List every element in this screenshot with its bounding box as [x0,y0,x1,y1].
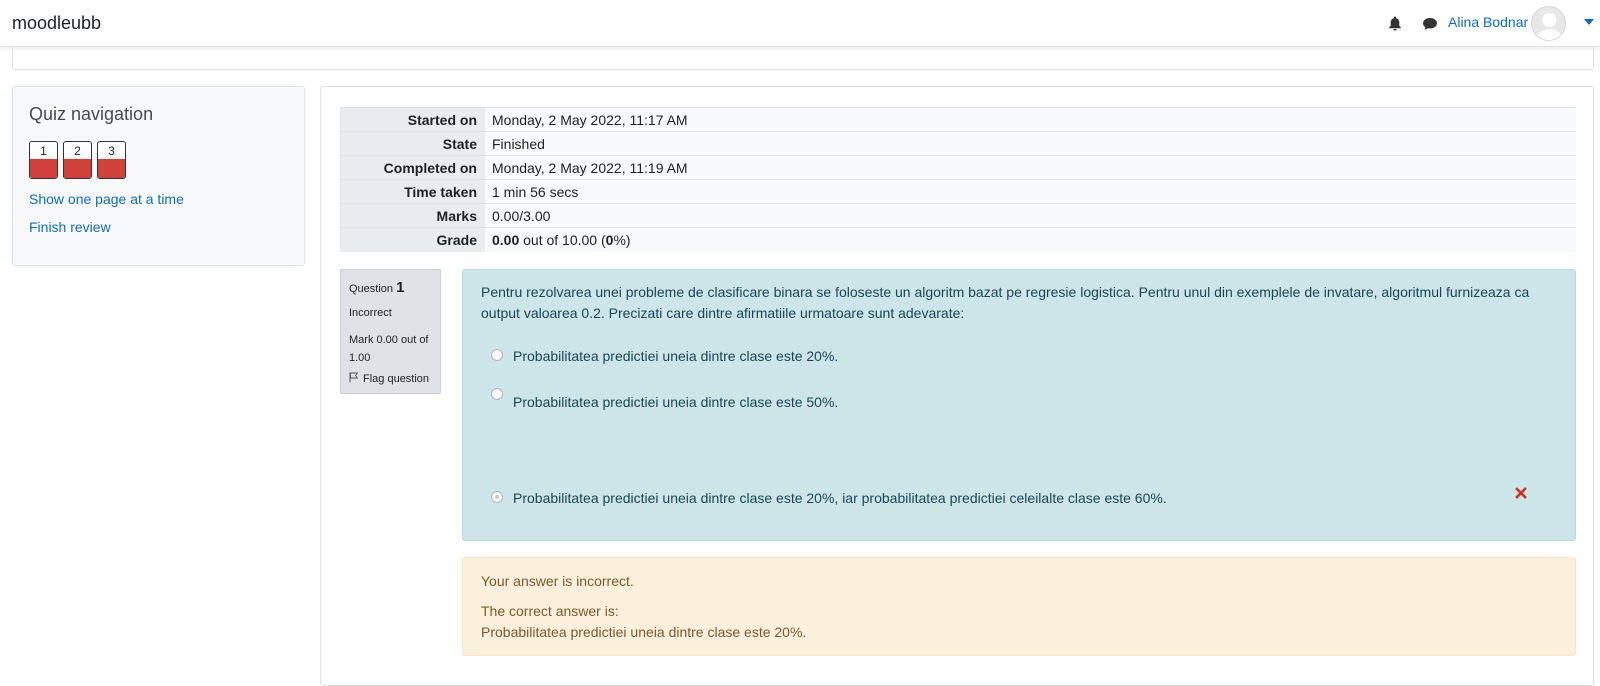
question-text: Pentru rezolvarea unei probleme de clasi… [481,284,1530,321]
table-row: Time taken 1 min 56 secs [340,179,1576,204]
question-number-value: 1 [396,279,405,296]
specific-feedback: Your answer is incorrect. [481,573,634,589]
question-info: Question 1 Incorrect Mark 0.00 out of 1.… [340,269,441,394]
grade-out-of: out of 10.00 ( [523,231,606,248]
flag-question-label: Flag question [363,373,430,385]
grade-suffix: %) [613,231,631,248]
answer-radio-3[interactable] [491,491,503,503]
quiz-nav-button-1[interactable]: 1 [29,141,58,179]
user-name[interactable]: Alina Bodnar [1448,14,1528,30]
quiz-nav-button-3[interactable]: 3 [97,141,126,179]
site-brand[interactable]: moodleubb [12,13,101,34]
flag-question-button[interactable]: Flag question [349,372,429,385]
summary-label: State [340,131,485,156]
attempt-summary-table: Started on Monday, 2 May 2022, 11:17 AM … [340,107,1576,252]
page-header-strip [12,47,1594,70]
answer-radio-2[interactable] [491,388,503,400]
summary-value: Finished [485,131,1576,156]
incorrect-x-icon [1515,487,1527,499]
table-row: Grade 0.00 out of 10.00 (0%) [340,227,1576,252]
incorrect-indicator [30,159,57,178]
avatar[interactable] [1531,6,1566,41]
question-number: Question 1 [349,279,404,296]
chevron-down-icon[interactable] [1584,19,1594,25]
table-row: Completed on Monday, 2 May 2022, 11:19 A… [340,155,1576,180]
quiz-nav-button-label: 1 [40,144,47,158]
quiz-navigation-title: Quiz navigation [29,104,154,124]
grade-score: 0.00 [492,231,520,248]
incorrect-indicator [64,159,91,178]
grade-value: 0.00 out of 10.00 (0%) [485,227,1576,252]
summary-label: Completed on [340,155,485,180]
quiz-nav-button-label: 3 [108,144,115,158]
question-outcome: Your answer is incorrect. The correct an… [462,557,1576,656]
question-formulation: Pentru rezolvarea unei probleme de clasi… [462,269,1576,541]
main-region: Started on Monday, 2 May 2022, 11:17 AM … [320,86,1594,686]
summary-value: 0.00/3.00 [485,203,1576,228]
summary-label: Time taken [340,179,485,204]
question-mark: Mark 0.00 out of 1.00 [349,334,429,364]
right-answer: The correct answer is: Probabilitatea pr… [481,601,806,643]
correct-answer-text: Probabilitatea predictiei uneia dintre c… [481,624,807,640]
question-label: Question [349,283,394,295]
top-navbar: moodleubb Alina Bodnar [0,0,1600,47]
summary-label: Grade [340,227,485,252]
answer-label-2[interactable]: Probabilitatea predictiei uneia dintre c… [513,394,838,410]
table-row: State Finished [340,131,1576,156]
summary-value: Monday, 2 May 2022, 11:19 AM [485,155,1576,180]
summary-label: Marks [340,203,485,228]
show-one-page-link[interactable]: Show one page at a time [29,191,184,207]
answer-radio-1[interactable] [491,349,503,361]
summary-label: Started on [340,107,485,132]
finish-review-link[interactable]: Finish review [29,219,111,235]
answer-label-3[interactable]: Probabilitatea predictiei uneia dintre c… [513,490,1167,506]
correct-answer-label: The correct answer is: [481,603,619,619]
chat-icon[interactable] [1422,17,1438,31]
bell-icon[interactable] [1388,16,1402,31]
answer-label-1[interactable]: Probabilitatea predictiei uneia dintre c… [513,348,838,364]
avatar-silhouette-icon [1536,13,1563,40]
table-row: Started on Monday, 2 May 2022, 11:17 AM [340,107,1576,132]
quiz-nav-button-label: 2 [74,144,81,158]
summary-value: Monday, 2 May 2022, 11:17 AM [485,107,1576,132]
question-state: Incorrect [349,307,392,319]
table-row: Marks 0.00/3.00 [340,203,1576,228]
quiz-nav-button-2[interactable]: 2 [63,141,92,179]
flag-icon [349,372,359,383]
incorrect-indicator [98,159,125,178]
quiz-navigation-block: Quiz navigation 1 2 3 Show one page at a… [12,86,305,266]
summary-value: 1 min 56 secs [485,179,1576,204]
